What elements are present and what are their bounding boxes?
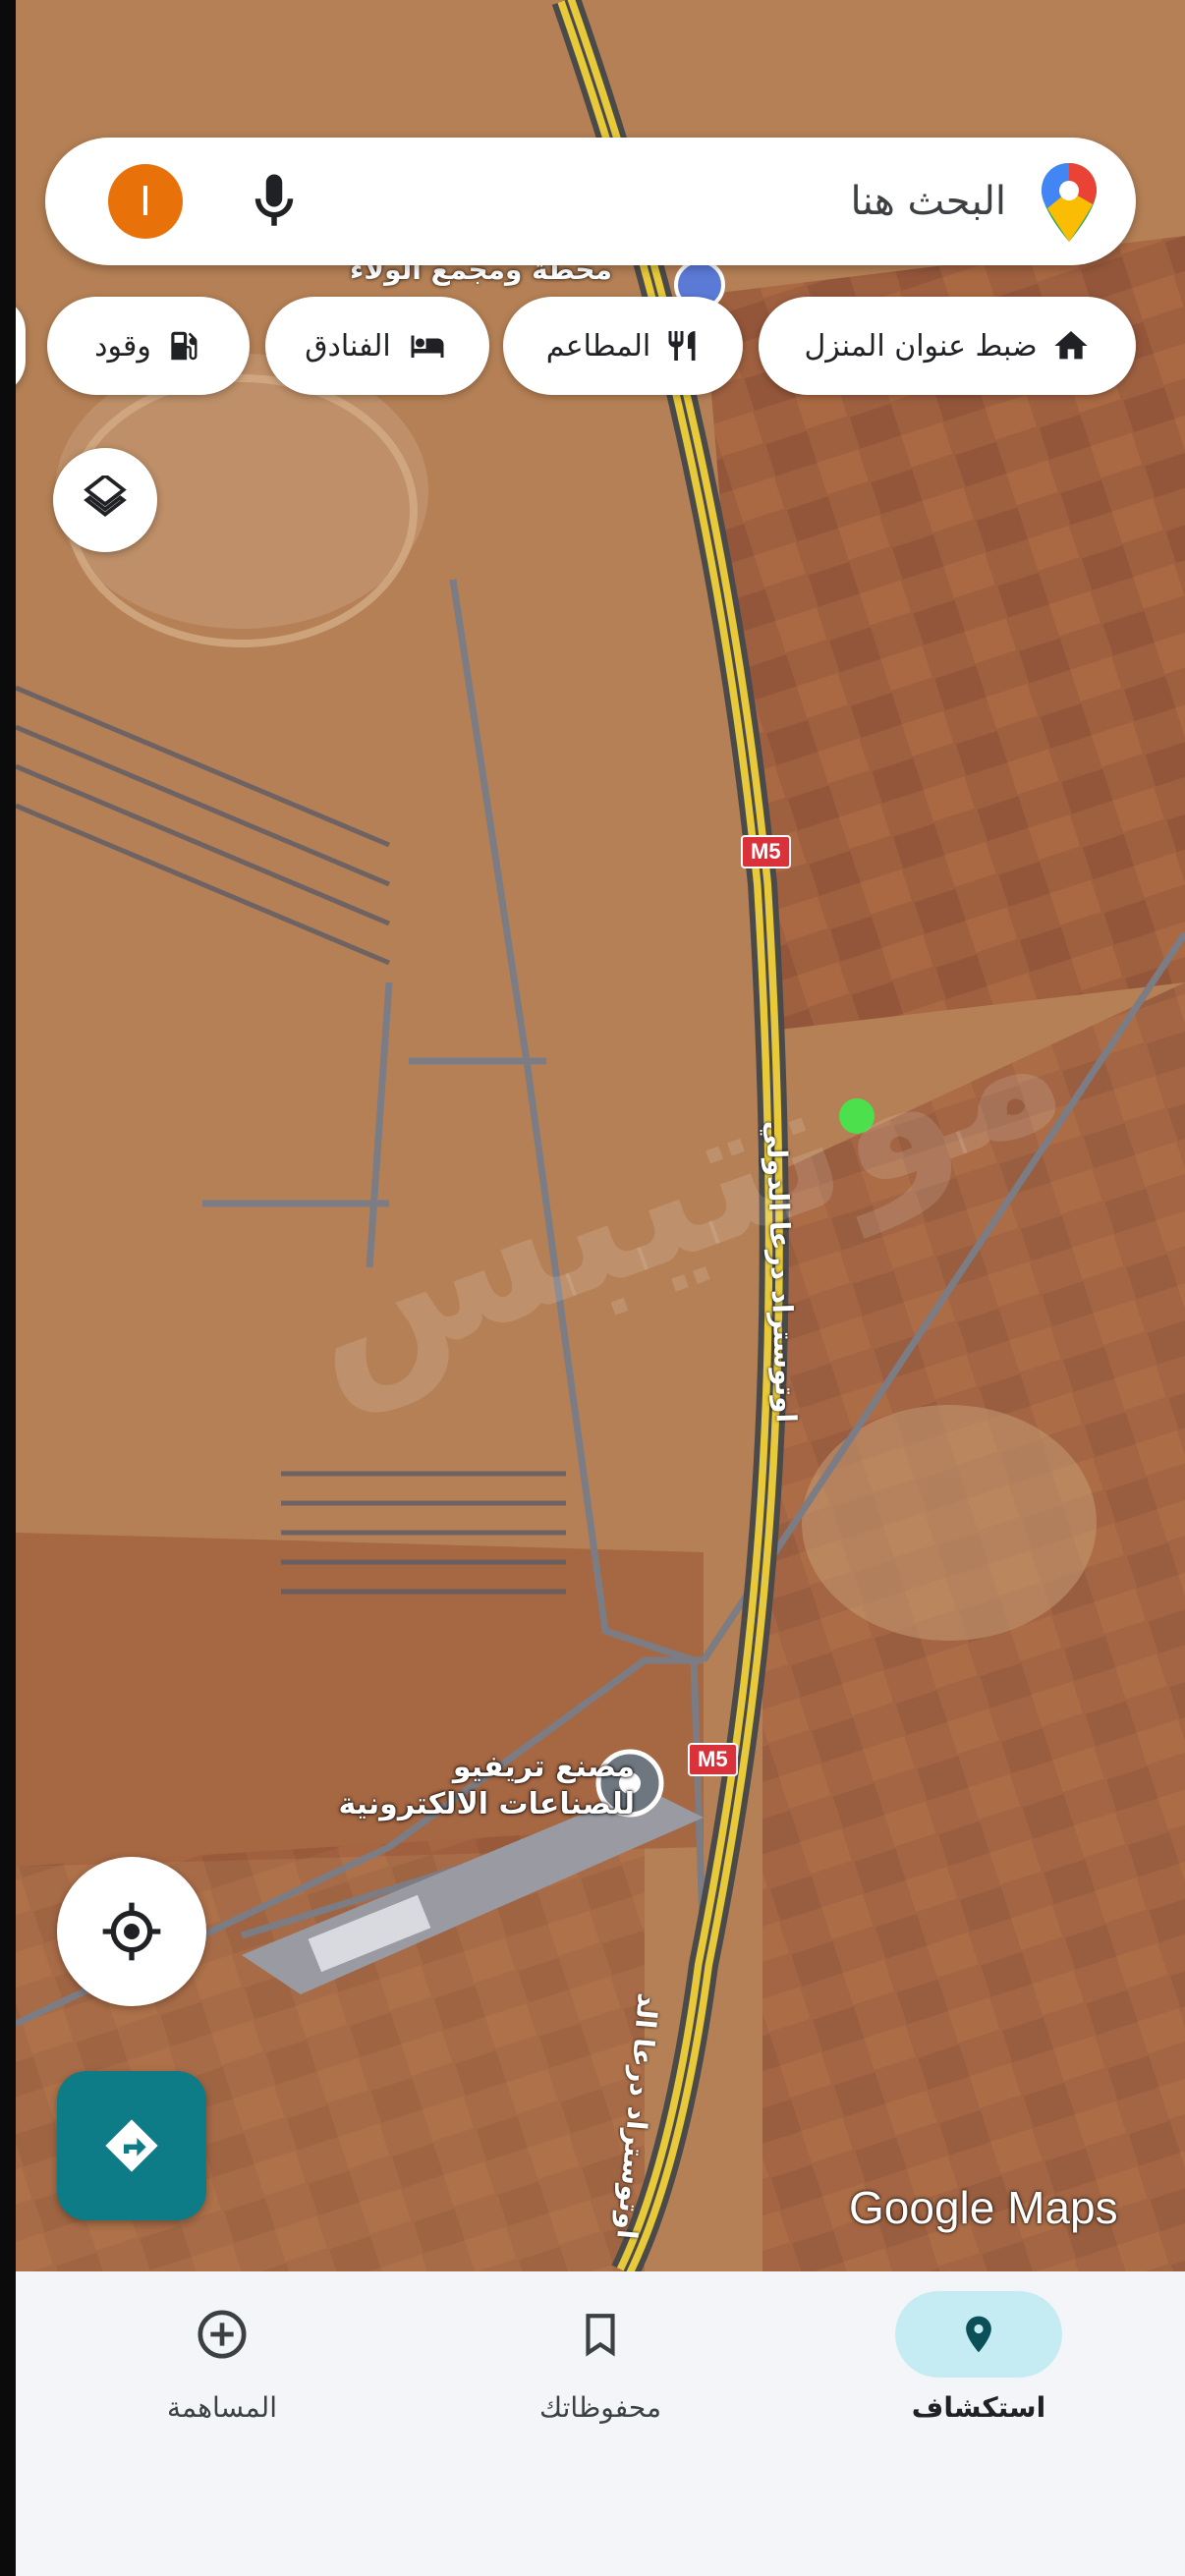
nav-explore[interactable]: استكشاف: [851, 2291, 1106, 2448]
factory-place-label[interactable]: مصنع تريفيو للصناعات الالكترونية: [310, 1749, 635, 1823]
route-shield-m5: M5: [741, 835, 791, 868]
nav-saved-icon-wrap: [517, 2291, 684, 2378]
layers-icon: [84, 476, 127, 517]
my-location-button[interactable]: [57, 1857, 206, 2006]
nav-contribute-icon-wrap: [139, 2291, 306, 2378]
chip-label-fuel: وقود: [94, 328, 151, 364]
bottom-navigation: المساهمة محفوظاتك استكشاف: [16, 2271, 1185, 2576]
crosshair-icon: [102, 1902, 161, 1961]
directions-icon: [105, 2119, 158, 2172]
chip-label-restaurants: المطاعم: [545, 328, 651, 364]
nav-contribute[interactable]: المساهمة: [94, 2291, 350, 2448]
home-icon: [1053, 331, 1088, 360]
layers-button[interactable]: [53, 448, 157, 552]
nav-saved[interactable]: محفوظاتك: [473, 2291, 728, 2448]
contribute-icon: [198, 2310, 247, 2359]
nav-explore-label: استكشاف: [911, 2391, 1046, 2424]
google-maps-pin-icon: [1042, 163, 1097, 242]
search-bar[interactable]: I البحث هنا: [45, 138, 1136, 265]
directions-button[interactable]: [57, 2071, 206, 2220]
chip-label-hotels: الفنادق: [305, 328, 391, 364]
google-maps-attribution: Google Maps: [849, 2182, 1118, 2233]
account-avatar[interactable]: I: [108, 164, 183, 239]
chip-hotels[interactable]: الفنادق: [265, 297, 489, 395]
mic-icon[interactable]: [242, 169, 307, 234]
explore-pin-icon: [966, 2316, 991, 2353]
bookmark-icon: [586, 2314, 615, 2357]
chip-label-home: ضبط عنوان المنزل: [804, 328, 1038, 364]
route-shield-m5-2: M5: [688, 1743, 738, 1776]
nav-contribute-label: المساهمة: [167, 2391, 277, 2424]
chip-set-home[interactable]: ضبط عنوان المنزل: [759, 297, 1136, 395]
hotel-icon: [411, 335, 444, 358]
chip-fuel[interactable]: وقود: [47, 297, 250, 395]
fuel-icon: [171, 331, 198, 361]
app-frame: مونتيبس محطة ومجمع الولاء مصنع تريفيو لل…: [16, 0, 1185, 2576]
restaurant-icon: [668, 331, 696, 361]
chip-restaurants[interactable]: المطاعم: [503, 297, 743, 395]
nav-explore-icon-wrap: [895, 2291, 1062, 2378]
nav-saved-label: محفوظاتك: [539, 2391, 661, 2424]
search-input[interactable]: البحث هنا: [850, 169, 1006, 234]
